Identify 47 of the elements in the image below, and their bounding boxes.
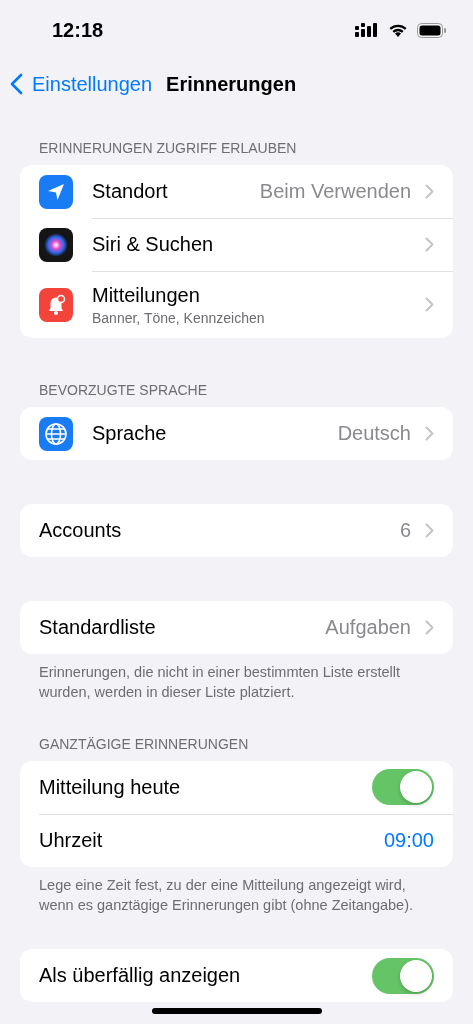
row-subtitle: Banner, Töne, Kennzeichen (92, 309, 266, 326)
chevron-right-icon (425, 297, 434, 312)
toggle-switch[interactable] (372, 957, 434, 994)
section-footer: Lege eine Zeit fest, zu der eine Mitteilung angezeigt wird, wenn es ganztägige Erinnerungen gibt (ohne Zeitangabe). (20, 867, 453, 915)
row-label: Uhrzeit (39, 829, 104, 852)
settings-row[interactable]: Standardliste Aufgaben (20, 601, 453, 654)
chevron-right-icon (425, 236, 434, 252)
battery-icon (417, 22, 447, 38)
toggle-switch[interactable] (372, 769, 434, 805)
row-label: Mitteilungen (92, 283, 201, 307)
chevron-right-icon (425, 620, 434, 635)
row-label: Mitteilung heute (39, 775, 182, 799)
section-footer: Erinnerungen, die nicht in einer bestimmten Liste erstellt wurden, werden in dieser Liste platziert. (20, 654, 453, 702)
wifi-icon (388, 22, 408, 38)
section-header: ERINNERUNGEN ZUGRIFF ERLAUBEN (38, 140, 298, 158)
chevron-right-icon (425, 426, 434, 441)
settings-row[interactable]: Accounts 6 (20, 504, 453, 557)
settings-row[interactable]: Mitteilungen Banner, Töne, Kennzeichen (20, 271, 453, 338)
settings-row[interactable]: Siri & Suchen (20, 218, 453, 271)
page-title: Erinnerungen (166, 72, 297, 96)
row-label: Accounts (39, 519, 123, 542)
settings-row[interactable]: Sprache Deutsch (20, 407, 453, 460)
settings-row[interactable]: Uhrzeit 09:00 (20, 814, 453, 867)
siri-orb-icon (39, 227, 73, 262)
signal-icon (355, 23, 379, 37)
row-label: Sprache (92, 422, 168, 445)
status-time: 12:18 (52, 18, 104, 42)
row-label: Siri & Suchen (92, 232, 215, 256)
row-value: Deutsch (337, 422, 411, 445)
row-label: Standardliste (39, 616, 157, 639)
globe-icon (39, 416, 73, 451)
settings-row[interactable]: Als überfällig anzeigen (20, 949, 453, 1002)
row-label: Als überfällig anzeigen (39, 964, 242, 987)
back-button[interactable]: Einstellungen (10, 72, 153, 96)
chevron-right-icon (425, 523, 434, 538)
time-value[interactable]: 09:00 (383, 829, 434, 852)
settings-row[interactable]: Standort Beim Verwenden (20, 165, 453, 218)
chevron-right-icon (425, 183, 434, 199)
bell-icon (39, 287, 73, 322)
row-value: 6 (399, 519, 411, 542)
row-value: Beim Verwenden (259, 179, 411, 203)
section-header: BEVORZUGTE SPRACHE (38, 382, 209, 400)
section-header: GANZTÄGIGE ERINNERUNGEN (38, 736, 250, 754)
chevron-left-icon (10, 73, 23, 95)
row-label: Standort (92, 179, 169, 203)
row-value: Aufgaben (325, 616, 411, 639)
settings-row[interactable]: Mitteilung heute (20, 761, 453, 814)
